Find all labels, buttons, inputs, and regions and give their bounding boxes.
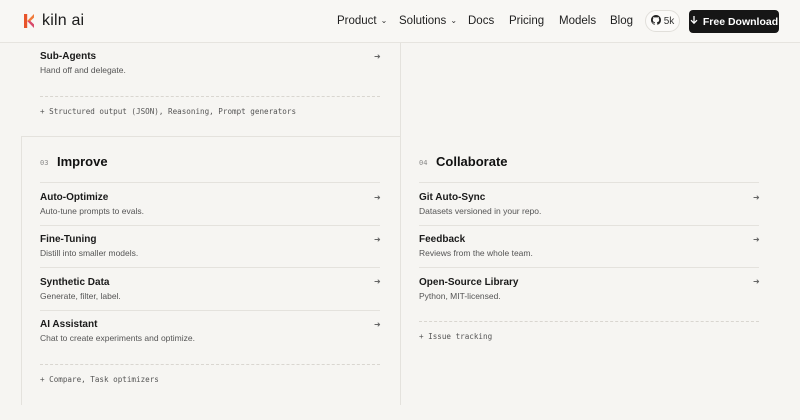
divider: [40, 364, 380, 365]
site-header: kiln ai Product ⌄ Solutions ⌄ Docs Prici…: [0, 0, 800, 43]
feature-desc: Reviews from the whole team.: [419, 248, 533, 258]
section-number: 04: [419, 159, 428, 167]
feature-desc: Chat to create experiments and optimize.: [40, 333, 195, 343]
nav-models-label: Models: [559, 15, 597, 27]
section-border-left: [21, 136, 22, 405]
nav-product-label: Product: [337, 15, 377, 27]
brand-name: kiln ai: [42, 12, 85, 29]
section-title-improve: Improve: [57, 154, 108, 169]
kiln-logo-icon: [24, 14, 35, 28]
feature-desc: Auto-tune prompts to evals.: [40, 206, 144, 216]
feature-desc: Hand off and delegate.: [40, 65, 126, 75]
feature-title: Git Auto-Sync: [419, 192, 486, 203]
chevron-down-icon: ⌄: [450, 15, 458, 25]
nav-blog-label: Blog: [610, 15, 634, 27]
divider: [40, 267, 380, 268]
arrow-right-icon: ➜: [753, 235, 760, 244]
nav-pricing-label: Pricing: [509, 15, 545, 27]
arrow-right-icon: ➜: [374, 320, 381, 329]
feature-desc: Generate, filter, label.: [40, 291, 121, 301]
arrow-right-icon: ➜: [753, 277, 760, 286]
arrow-right-icon: ➜: [374, 193, 381, 202]
github-icon: [650, 14, 661, 28]
feature-title: Auto-Optimize: [40, 192, 109, 203]
feature-desc: Python, MIT-licensed.: [419, 291, 501, 301]
feature-desc: Datasets versioned in your repo.: [419, 206, 542, 216]
download-icon: [690, 15, 698, 28]
free-download-button[interactable]: Free Download: [689, 10, 779, 33]
chevron-down-icon: ⌄: [380, 15, 388, 25]
nav-solutions-label: Solutions: [399, 15, 447, 27]
github-stars-count: 5k: [663, 15, 675, 27]
feature-title: Open-Source Library: [419, 277, 519, 288]
arrow-right-icon: ➜: [374, 235, 381, 244]
feature-desc: Distill into smaller models.: [40, 248, 139, 258]
free-download-label: Free Download: [702, 15, 779, 28]
nav-docs[interactable]: Docs: [468, 14, 494, 29]
improve-footnote: + Compare, Task optimizers: [40, 375, 159, 384]
nav-models[interactable]: Models: [559, 14, 596, 29]
divider: [40, 96, 380, 97]
divider: [419, 321, 759, 322]
top-footnote: + Structured output (JSON), Reasoning, P…: [40, 107, 297, 116]
section-title-collaborate: Collaborate: [436, 154, 508, 169]
divider: [40, 225, 380, 226]
arrow-right-icon: ➜: [753, 193, 760, 202]
divider: [419, 225, 759, 226]
section-number: 03: [40, 159, 49, 167]
nav-docs-label: Docs: [468, 15, 495, 27]
logo[interactable]: kiln ai: [24, 13, 84, 29]
divider: [40, 310, 380, 311]
arrow-right-icon: ➜: [374, 52, 381, 61]
nav-solutions[interactable]: Solutions ⌄: [399, 14, 457, 29]
divider: [40, 182, 380, 183]
feature-title: Synthetic Data: [40, 277, 110, 288]
feature-title: AI Assistant: [40, 319, 98, 330]
divider: [419, 182, 759, 183]
arrow-right-icon: ➜: [374, 277, 381, 286]
nav-product[interactable]: Product ⌄: [337, 14, 387, 29]
feature-title: Fine-Tuning: [40, 234, 97, 245]
nav-pricing[interactable]: Pricing: [509, 14, 544, 29]
divider: [419, 267, 759, 268]
feature-title: Sub-Agents: [40, 51, 97, 62]
section-border: [21, 136, 400, 137]
collaborate-footnote: + Issue tracking: [419, 332, 493, 341]
feature-title: Feedback: [419, 234, 466, 245]
nav-blog[interactable]: Blog: [610, 14, 633, 29]
github-stars-button[interactable]: 5k: [645, 10, 680, 32]
column-divider: [400, 43, 401, 405]
